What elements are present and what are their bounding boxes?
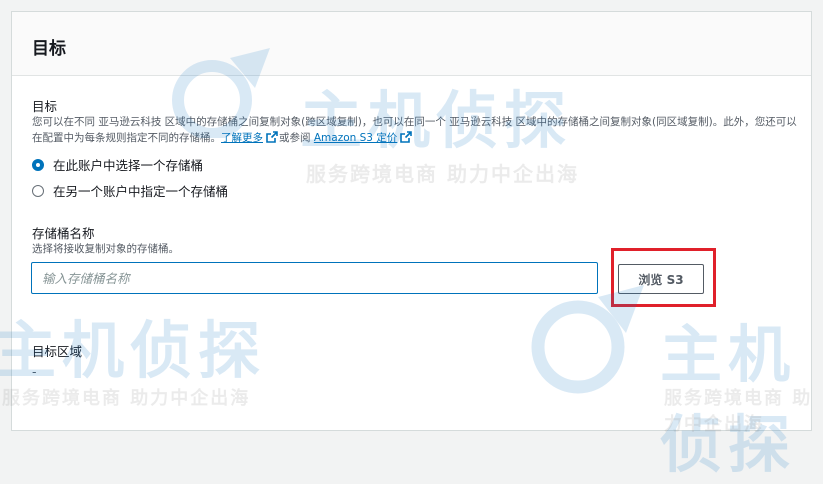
- destination-region-value: -: [32, 364, 37, 379]
- radio-unchecked-icon[interactable]: [32, 184, 44, 197]
- destination-description: 您可以在不同 亚马逊云科技 区域中的存储桶之间复制对象(跨区域复制)，也可以在同…: [32, 114, 802, 148]
- radio-another-account-label: 在另一个账户中指定一个存储桶: [53, 184, 229, 199]
- external-link-icon: [400, 131, 413, 148]
- radio-this-account-label: 在此账户中选择一个存储桶: [53, 158, 204, 173]
- bucket-name-label: 存储桶名称: [32, 226, 95, 241]
- bucket-name-input[interactable]: [31, 262, 598, 294]
- panel-header: 目标: [12, 12, 811, 76]
- radio-another-account[interactable]: 在另一个账户中指定一个存储桶: [32, 181, 228, 200]
- destination-label: 目标: [32, 99, 58, 114]
- destination-panel: 目标 目标 您可以在不同 亚马逊云科技 区域中的存储桶之间复制对象(跨区域复制)…: [11, 11, 812, 431]
- panel-title: 目标: [32, 39, 66, 59]
- learn-more-link[interactable]: 了解更多: [221, 132, 263, 144]
- radio-checked-icon[interactable]: [32, 158, 44, 171]
- radio-this-account[interactable]: 在此账户中选择一个存储桶: [32, 155, 203, 174]
- or-see-text: 或参阅: [279, 132, 311, 144]
- bucket-name-description: 选择将接收复制对象的存储桶。: [32, 243, 179, 255]
- destination-description-text: 您可以在不同 亚马逊云科技 区域中的存储桶之间复制对象(跨区域复制)，也可以在同…: [32, 116, 797, 144]
- external-link-icon: [266, 131, 278, 148]
- destination-region-label: 目标区域: [32, 344, 83, 359]
- s3-pricing-link[interactable]: Amazon S3 定价: [314, 132, 397, 144]
- browse-s3-button[interactable]: 浏览 S3: [618, 264, 704, 294]
